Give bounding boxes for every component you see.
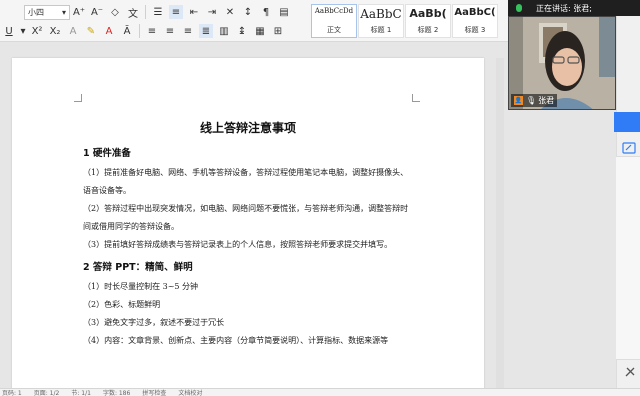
paragraph: （3）提前填好答辩成绩表与答辩记录表上的个人信息，按照答辩老师要求提交并填写。 [83, 240, 393, 249]
ribbon-row-format: U ▾ X² X₂ A ✎ A Ā ≡ ≡ ≡ ≣ ▥ ↨ ▦ ⊞ [0, 22, 287, 40]
ribbon-toolbar: 小四 ▾ A⁺ A⁻ ◇ 文 ☰ ≡ ⇤ ⇥ ✕ ↕ ¶ ▤ U ▾ X² X₂… [0, 0, 508, 42]
text-effect-icon[interactable]: A [66, 24, 80, 38]
distributed-icon[interactable]: ▥ [217, 24, 231, 38]
sort-icon[interactable]: ↕ [241, 5, 255, 19]
margin-marker [74, 94, 82, 102]
superscript-icon[interactable]: X² [30, 24, 44, 38]
mic-icon: 🎙 [526, 96, 537, 105]
paragraph: （2）色彩、标题鲜明 [83, 300, 161, 309]
grow-font-icon[interactable]: A⁺ [72, 5, 86, 19]
font-size-value: 小四 [28, 7, 44, 17]
highlight-icon[interactable]: ✎ [84, 24, 98, 38]
font-color-icon[interactable]: A [102, 24, 116, 38]
participant-name: 张君 [538, 96, 555, 105]
participant-name-tag: 👤 🎙 张君 [511, 94, 558, 107]
section-heading: 1 硬件准备 [83, 148, 131, 159]
style-name: 标题 3 [464, 26, 486, 34]
style-sample: AaBb( [409, 7, 447, 20]
side-panel-content [616, 156, 640, 360]
shrink-font-icon[interactable]: A⁻ [90, 5, 104, 19]
status-word-count[interactable]: 字数: 186 [103, 389, 130, 396]
subscript-icon[interactable]: X₂ [48, 24, 62, 38]
style-name: 标题 1 [370, 26, 392, 34]
paragraph: （2）答辩过程中出现突发情况，如电脑、网络问题不要慌张，与答辩老师沟通，调整答辩… [83, 204, 409, 231]
increase-indent-icon[interactable]: ⇥ [205, 5, 219, 19]
section-heading: 2 答辩 PPT：精简、鲜明 [83, 262, 193, 273]
document-margin-area [508, 110, 616, 388]
numbered-list-icon[interactable]: ≡ [169, 5, 183, 19]
align-justify-icon[interactable]: ≣ [199, 24, 213, 38]
paragraph: （1）提前准备好电脑、网络、手机等答辩设备，答辩过程使用笔记本电脑，调整好摄像头… [83, 168, 409, 195]
speaking-indicator: 正在讲话: 张君; [508, 0, 640, 16]
style-sample: AaBbC [360, 7, 402, 21]
clear-format-icon[interactable]: ◇ [108, 5, 122, 19]
paragraph: （1）时长尽量控制在 3~5 分钟 [83, 282, 199, 291]
font-size-dropdown[interactable]: 小四 ▾ [24, 4, 70, 20]
document-area: 线上答辩注意事项 1 硬件准备 （1）提前准备好电脑、网络、手机等答辩设备，答辩… [0, 42, 508, 396]
status-spellcheck[interactable]: 拼写检查 [142, 389, 166, 396]
decrease-indent-icon[interactable]: ⇤ [187, 5, 201, 19]
style-normal[interactable]: AaBbCcDd 正文 [311, 4, 357, 38]
status-pages[interactable]: 页面: 1/2 [34, 389, 60, 396]
status-page[interactable]: 页码: 1 [2, 389, 22, 396]
separator [145, 5, 146, 19]
paragraph: （3）避免文字过多，叙述不要过于冗长 [83, 318, 225, 327]
style-sample: AaBbCcDd [314, 7, 354, 15]
chevron-down-icon[interactable]: ▾ [20, 24, 26, 38]
align-right-icon[interactable]: ≡ [181, 24, 195, 38]
separator [139, 24, 140, 38]
style-heading-3[interactable]: AaBbC( 标题 3 [452, 4, 498, 38]
style-gallery: AaBbCcDd 正文 AaBbC 标题 1 AaBb( 标题 2 AaBbC(… [311, 4, 499, 38]
style-name: 正文 [327, 26, 341, 34]
bullet-list-icon[interactable]: ☰ [151, 5, 165, 19]
underline-icon[interactable]: U [2, 24, 16, 38]
paragraph-settings-icon[interactable]: ▤ [277, 5, 291, 19]
tools-icon[interactable] [624, 366, 636, 378]
show-marks-icon[interactable]: ¶ [259, 5, 273, 19]
margin-marker [412, 94, 420, 102]
speaking-label: 正在讲话: 张君; [536, 3, 592, 13]
style-heading-2[interactable]: AaBb( 标题 2 [405, 4, 451, 38]
chinese-layout-icon[interactable]: ✕ [223, 5, 237, 19]
pinyin-icon[interactable]: 文 [126, 5, 140, 20]
user-avatar-icon: 👤 [514, 96, 523, 105]
style-name: 标题 2 [417, 26, 439, 34]
document-title: 线上答辩注意事项 [199, 121, 296, 135]
participant-video[interactable]: 👤 🎙 张君 [508, 16, 616, 110]
char-border-icon[interactable]: Ā [120, 24, 134, 38]
style-heading-1[interactable]: AaBbC 标题 1 [358, 4, 404, 38]
status-bar: 页码: 1 页面: 1/2 节: 1/1 字数: 186 拼写检查 文档校对 [0, 388, 640, 396]
line-spacing-icon[interactable]: ↨ [235, 24, 249, 38]
vertical-scrollbar[interactable] [496, 58, 504, 388]
paragraph: （4）内容：文章背景、创新点、主要内容（分章节简要说明）、计算指标、数据来源等 [83, 336, 389, 345]
chevron-down-icon: ▾ [61, 7, 66, 17]
ribbon-row-font: 小四 ▾ A⁺ A⁻ ◇ 文 ☰ ≡ ⇤ ⇥ ✕ ↕ ¶ ▤ [0, 3, 293, 21]
mic-active-icon [516, 4, 522, 12]
status-proofread[interactable]: 文档校对 [178, 389, 202, 396]
borders-icon[interactable]: ⊞ [271, 24, 285, 38]
side-panel-tab[interactable] [614, 112, 640, 132]
edit-icon[interactable] [622, 142, 636, 154]
align-center-icon[interactable]: ≡ [163, 24, 177, 38]
style-sample: AaBbC( [454, 7, 496, 18]
status-section[interactable]: 节: 1/1 [71, 389, 91, 396]
shading-icon[interactable]: ▦ [253, 24, 267, 38]
align-left-icon[interactable]: ≡ [145, 24, 159, 38]
document-page[interactable]: 线上答辩注意事项 1 硬件准备 （1）提前准备好电脑、网络、手机等答辩设备，答辩… [12, 58, 484, 396]
document-body[interactable]: 1 硬件准备 （1）提前准备好电脑、网络、手机等答辩设备，答辩过程使用笔记本电脑… [83, 142, 415, 350]
